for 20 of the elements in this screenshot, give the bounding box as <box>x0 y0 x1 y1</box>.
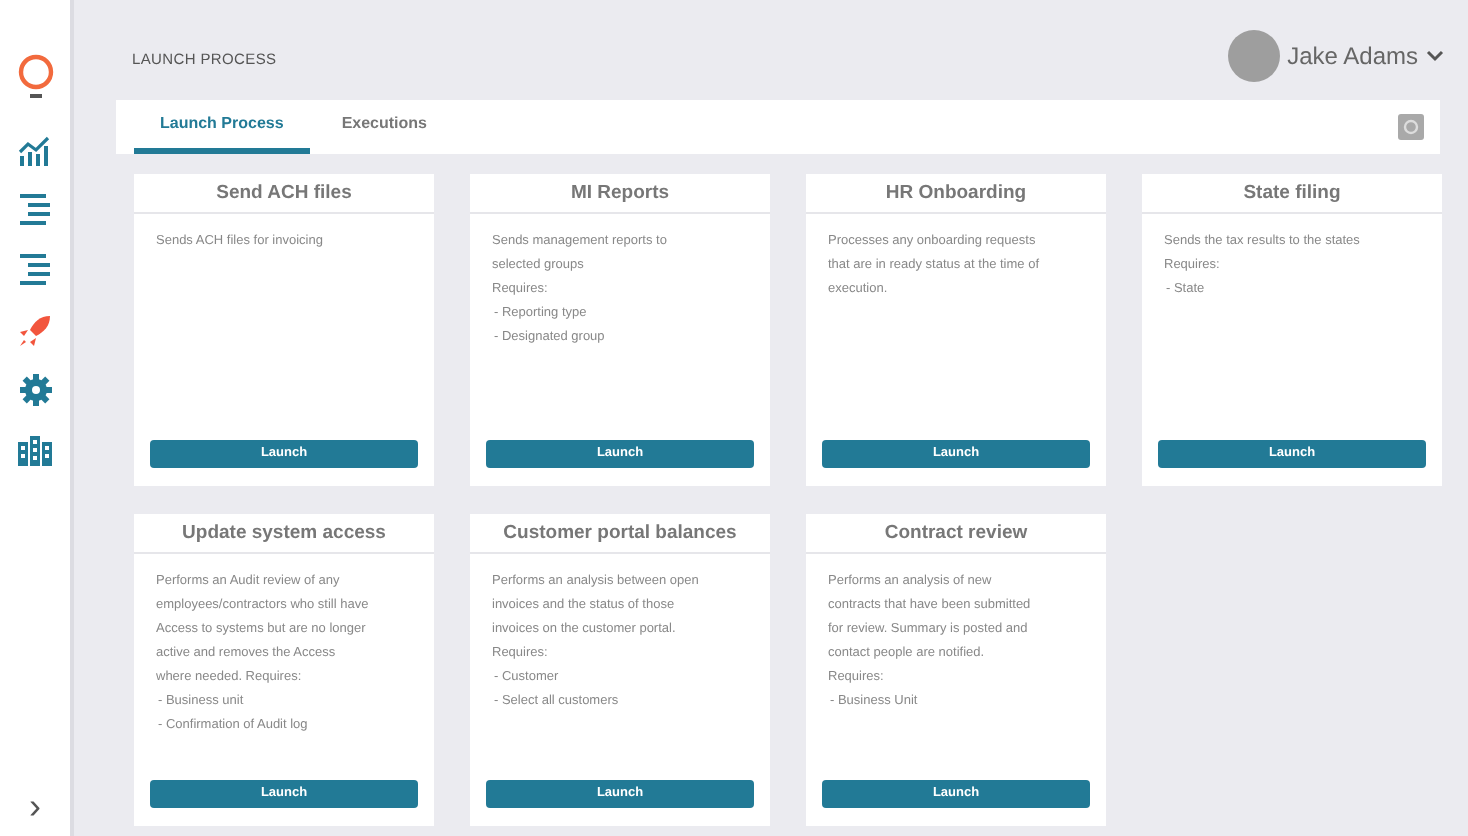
avatar <box>1227 30 1280 82</box>
card-title: Send ACH files <box>134 174 434 214</box>
card-title: MI Reports <box>470 174 770 214</box>
card-title: Customer portal balances <box>470 514 770 554</box>
expand-icon[interactable]: › <box>29 788 41 824</box>
tab[interactable]: Executions <box>309 100 459 154</box>
card-title: Contract review <box>806 514 1106 554</box>
building-icon[interactable] <box>18 435 52 465</box>
rocket-icon[interactable] <box>18 313 52 347</box>
user-menu[interactable]: Jake Adams <box>1227 18 1444 82</box>
chevron-down-icon <box>1426 50 1444 62</box>
card-title: HR Onboarding <box>806 174 1106 214</box>
list-icon[interactable] <box>20 254 50 286</box>
logo-icon <box>17 54 53 102</box>
card-title: State filing <box>1142 174 1442 214</box>
tab[interactable]: Launch Process <box>134 100 310 154</box>
gear-icon[interactable] <box>19 374 51 406</box>
chart-icon[interactable] <box>18 135 52 165</box>
list-icon[interactable] <box>20 194 50 226</box>
card-title: Update system access <box>134 514 434 554</box>
